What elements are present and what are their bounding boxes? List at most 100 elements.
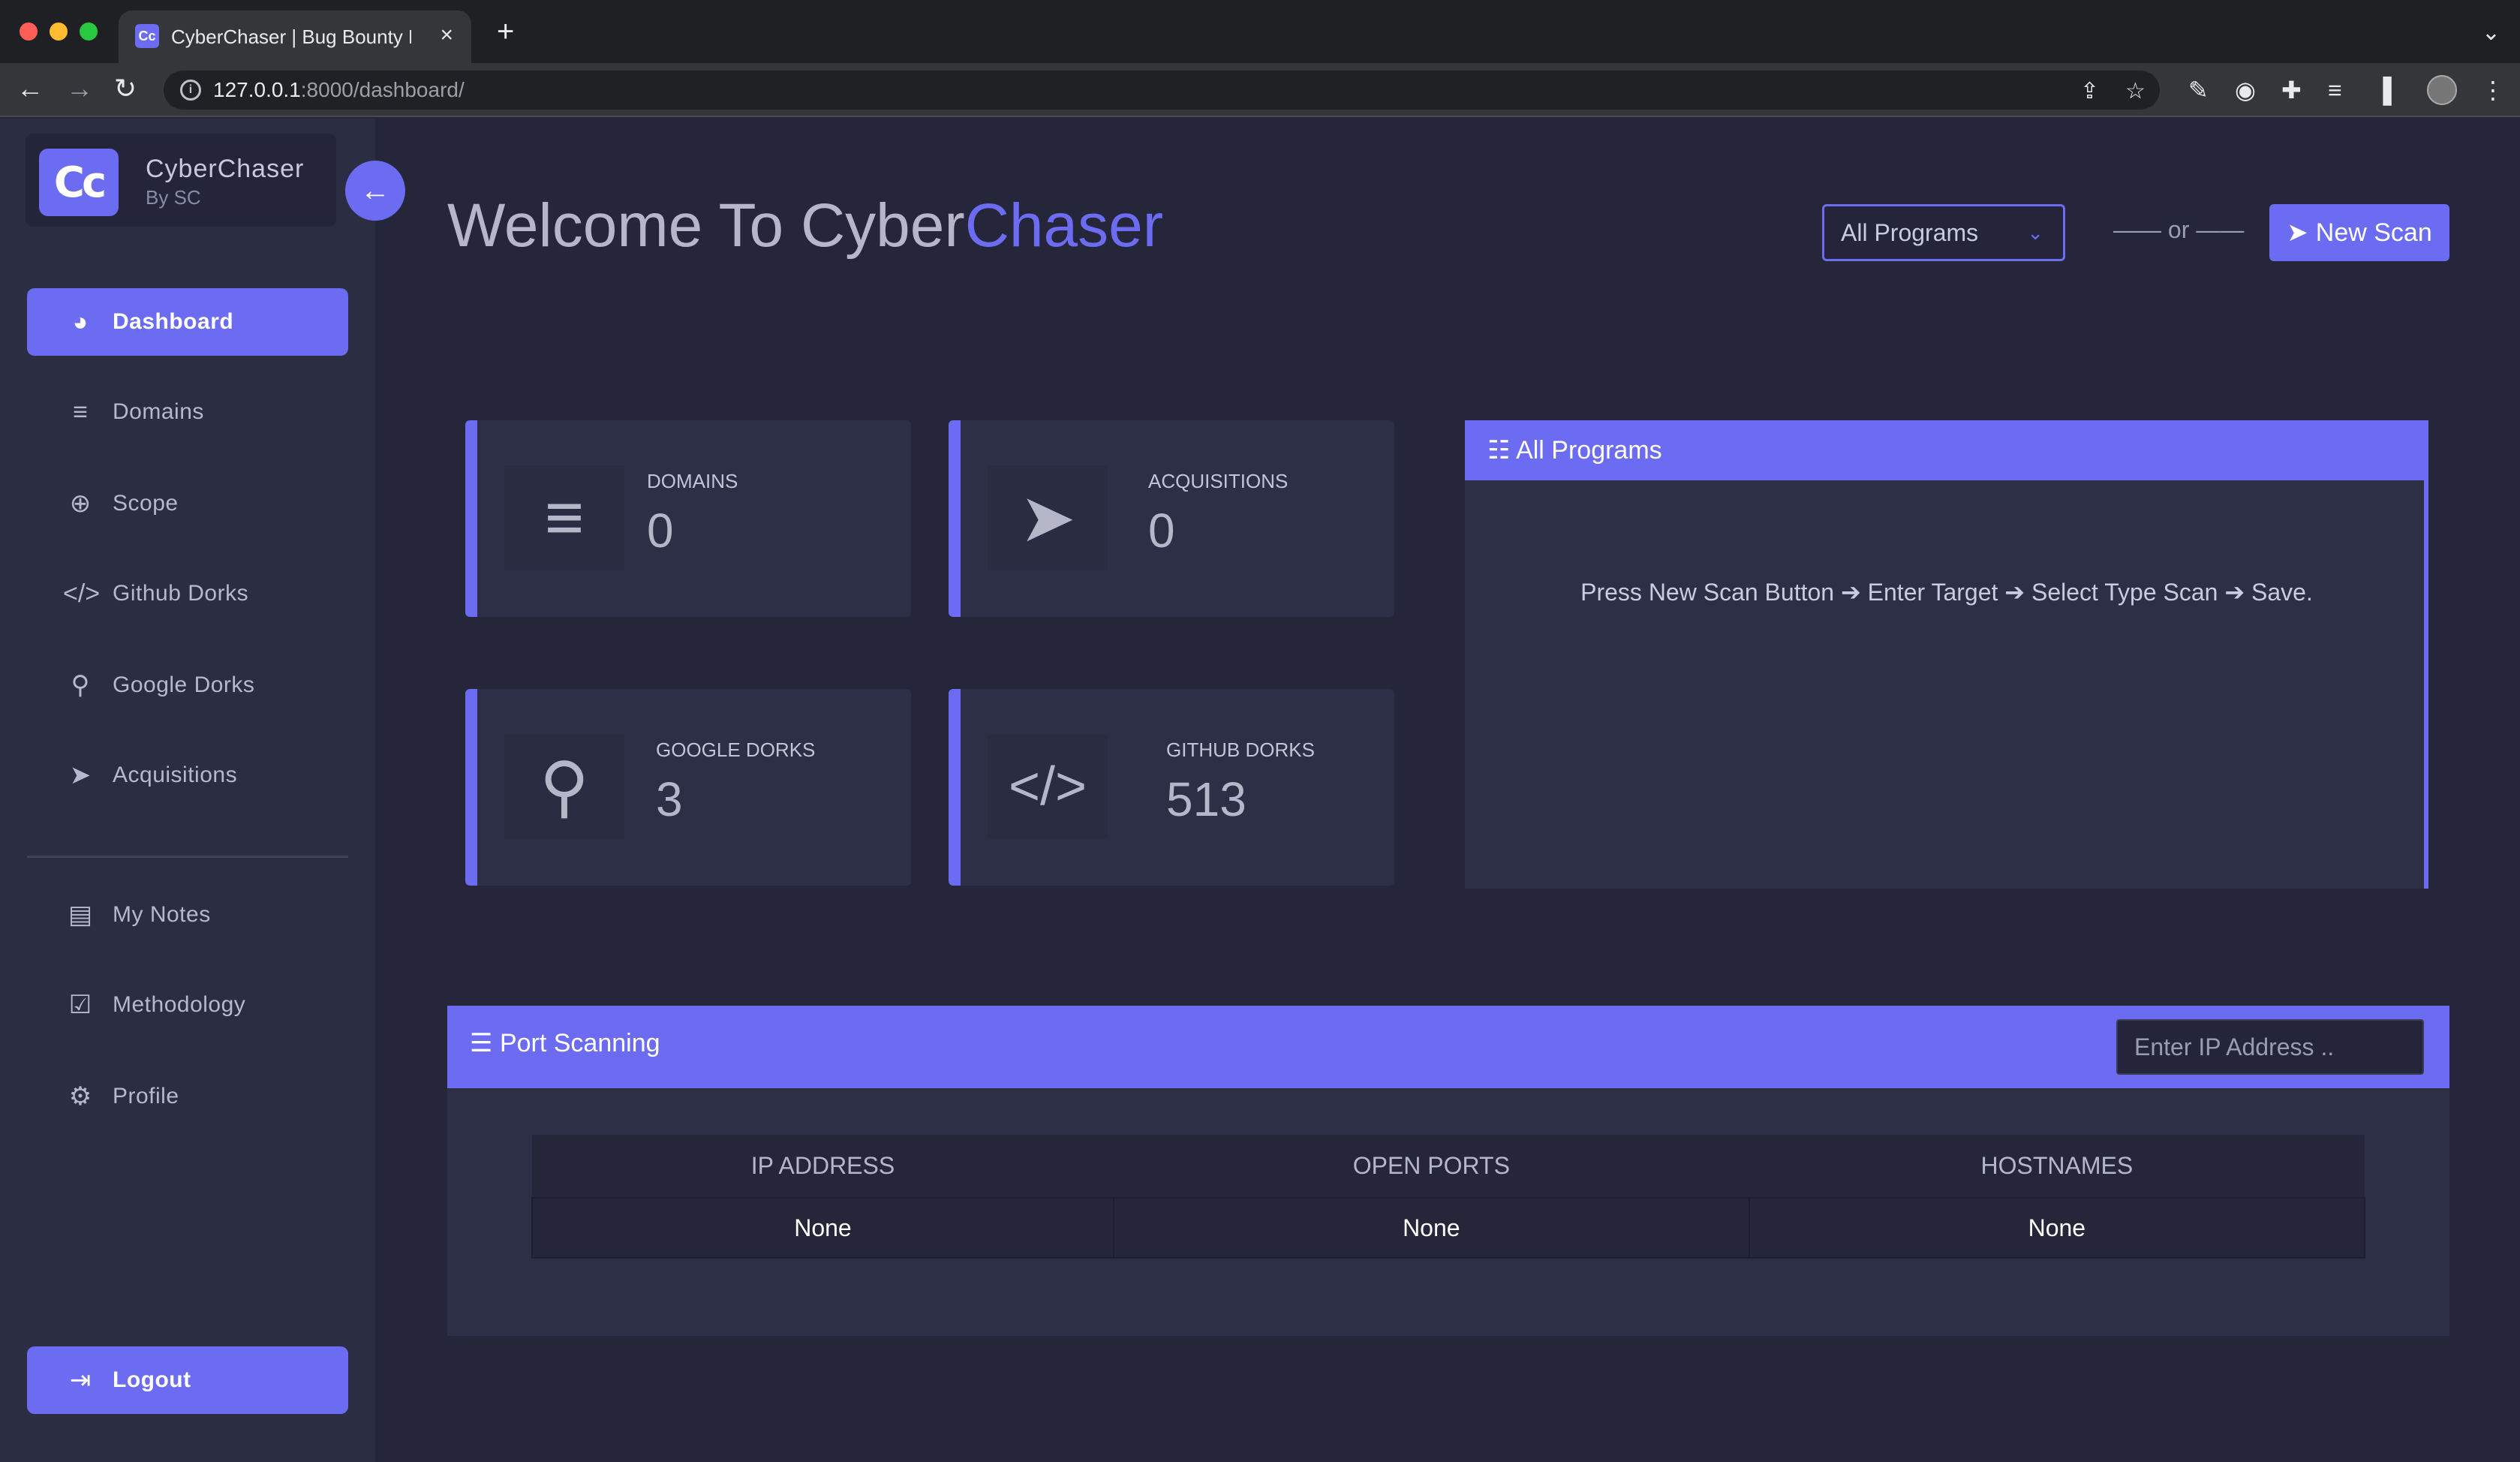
code-icon: </> <box>63 579 101 608</box>
new-tab-icon[interactable]: + <box>497 17 514 47</box>
circle-arrow-right-icon: ➔ <box>2224 579 2245 606</box>
sidebar-item-label: Scope <box>113 491 179 516</box>
programs-instructions: Press New Scan Button ➔ Enter Target ➔ S… <box>1580 579 2313 606</box>
share-icon[interactable]: ⇪ <box>2080 78 2099 104</box>
location-arrow-icon: ➤ <box>69 761 92 790</box>
database-icon: ☰ <box>470 1029 493 1057</box>
browser-tab-strip: Cc CyberChaser | Bug Bounty Rec × + ⌄ <box>0 0 2520 63</box>
stat-value: 513 <box>1166 772 1246 826</box>
collapse-sidebar-button[interactable]: ← <box>345 161 405 221</box>
note-icon: ▤ <box>68 901 93 929</box>
brand[interactable]: Cc CyberChaser By SC <box>26 134 336 227</box>
stat-label: ACQUISITIONS <box>1148 470 1289 492</box>
sidebar-item-domains[interactable]: ≡ Domains <box>27 378 348 446</box>
page-title: Welcome To CyberChaser <box>447 191 1164 260</box>
star-icon[interactable]: ☆ <box>2125 78 2146 104</box>
browser-toolbar: ← → ↻ i 127.0.0.1:8000/dashboard/ ⇪ ☆ ✎ … <box>0 63 2520 117</box>
sidebar-item-label: Domains <box>113 399 204 424</box>
menu-icon[interactable]: ⋮ <box>2481 75 2505 105</box>
paper-plane-icon: ➤ <box>2287 218 2308 247</box>
code-icon: </> <box>988 734 1108 839</box>
extension-circle-icon[interactable]: ◉ <box>2235 75 2256 105</box>
sidebar-item-label: Methodology <box>113 992 246 1017</box>
search-icon: ⚲ <box>71 671 90 699</box>
column-header: IP ADDRESS <box>532 1135 1114 1198</box>
tab-search-chevron-icon[interactable]: ⌄ <box>2482 20 2500 46</box>
maximize-window-button[interactable] <box>80 23 98 41</box>
table-row: None None None <box>531 1197 2366 1259</box>
arrow-left-icon: ← <box>360 173 390 207</box>
extension-icon[interactable]: ✎ <box>2188 75 2209 105</box>
table-cell: None <box>1112 1197 1750 1259</box>
table-header-row: IP ADDRESS OPEN PORTS HOSTNAMES <box>532 1135 2365 1198</box>
sidebar-item-methodology[interactable]: ☑ Methodology <box>27 971 348 1039</box>
sidebar-item-google-dorks[interactable]: ⚲ Google Dorks <box>27 651 348 719</box>
crosshair-icon: ⊕ <box>69 489 92 518</box>
logout-label: Logout <box>113 1367 191 1392</box>
location-arrow-icon: ➤ <box>988 465 1108 570</box>
clipboard-check-icon: ☑ <box>68 991 92 1019</box>
tab-close-icon[interactable]: × <box>440 23 453 48</box>
column-header: HOSTNAMES <box>1749 1135 2365 1198</box>
table-cell: None <box>1748 1197 2366 1259</box>
new-scan-button[interactable]: ➤ New Scan <box>2269 204 2449 261</box>
search-icon: ⚲ <box>504 734 624 839</box>
sidebar-item-github-dorks[interactable]: </> Github Dorks <box>27 560 348 627</box>
brand-name: CyberChaser <box>146 155 305 183</box>
all-programs-header: ☷ All Programs <box>1465 420 2428 480</box>
stat-value: 0 <box>647 504 674 558</box>
all-programs-title: All Programs <box>1516 436 1662 465</box>
sidebar-item-acquisitions[interactable]: ➤ Acquisitions <box>27 742 348 809</box>
site-info-icon[interactable]: i <box>180 80 201 101</box>
program-select[interactable]: All Programs ⌄ <box>1822 204 2065 261</box>
sidebar-item-label: Acquisitions <box>113 763 238 787</box>
column-header: OPEN PORTS <box>1113 1135 1749 1198</box>
stat-label: GITHUB DORKS <box>1166 739 1315 761</box>
sidebar-item-label: Profile <box>113 1084 179 1109</box>
or-separator: —— or —— <box>2113 216 2245 243</box>
stat-card-domains[interactable]: ≡ DOMAINS 0 <box>465 420 911 617</box>
port-scanning-title: ☰ Port Scanning <box>470 1029 660 1057</box>
address-bar[interactable]: i 127.0.0.1:8000/dashboard/ ⇪ ☆ <box>164 71 2160 110</box>
tab-favicon-icon: Cc <box>135 24 159 48</box>
stat-card-github-dorks[interactable]: </> GITHUB DORKS 513 <box>949 689 1394 886</box>
circle-arrow-right-icon: ➔ <box>1840 579 1861 606</box>
align-icon: ≡ <box>504 465 624 570</box>
forward-icon[interactable]: → <box>66 74 93 104</box>
logout-button[interactable]: ⇥ Logout <box>27 1346 348 1414</box>
circle-arrow-right-icon: ➔ <box>2004 579 2025 606</box>
sidebar-item-my-notes[interactable]: ▤ My Notes <box>27 881 348 949</box>
main-content: Welcome To CyberChaser All Programs ⌄ ——… <box>375 119 2520 1462</box>
chevron-down-icon: ⌄ <box>2027 221 2043 244</box>
close-window-button[interactable] <box>20 23 38 41</box>
brand-subtitle: By SC <box>146 186 201 209</box>
ports-table: IP ADDRESS OPEN PORTS HOSTNAMES None Non… <box>531 1135 2366 1259</box>
profile-avatar[interactable] <box>2427 75 2457 105</box>
sidebar-item-label: Dashboard <box>113 309 234 334</box>
stat-card-acquisitions[interactable]: ➤ ACQUISITIONS 0 <box>949 420 1394 617</box>
sidebar-item-profile[interactable]: ⚙ Profile <box>27 1063 348 1130</box>
port-scanning-panel: ☰ Port Scanning IP ADDRESS OPEN PORTS HO… <box>447 1006 2449 1336</box>
stat-value: 0 <box>1148 504 1175 558</box>
sidebar-item-label: Github Dorks <box>113 581 249 606</box>
sidebar-item-dashboard[interactable]: ◕ Dashboard <box>27 288 348 356</box>
reload-icon[interactable]: ↻ <box>114 74 137 104</box>
puzzle-icon[interactable]: ✚ <box>2281 75 2302 105</box>
back-icon[interactable]: ← <box>17 74 44 104</box>
brand-logo: Cc <box>39 149 119 216</box>
stat-value: 3 <box>656 772 683 826</box>
ip-address-input[interactable] <box>2116 1019 2424 1075</box>
minimize-window-button[interactable] <box>50 23 68 41</box>
all-programs-panel: ☷ All Programs Press New Scan Button ➔ E… <box>1465 420 2428 889</box>
sidebar-divider <box>27 856 348 858</box>
sidebar-item-scope[interactable]: ⊕ Scope <box>27 470 348 537</box>
gauge-icon: ◕ <box>72 307 89 336</box>
sidepanel-icon[interactable]: ▐ <box>2374 75 2392 105</box>
stat-card-google-dorks[interactable]: ⚲ GOOGLE DORKS 3 <box>465 689 911 886</box>
table-cell: None <box>531 1197 1114 1259</box>
stat-label: GOOGLE DORKS <box>656 739 816 761</box>
media-icon[interactable]: ≡ <box>2328 75 2342 105</box>
browser-tab[interactable]: Cc CyberChaser | Bug Bounty Rec × <box>119 11 471 63</box>
align-icon: ≡ <box>73 397 88 426</box>
list-icon: ☷ <box>1487 436 1511 465</box>
